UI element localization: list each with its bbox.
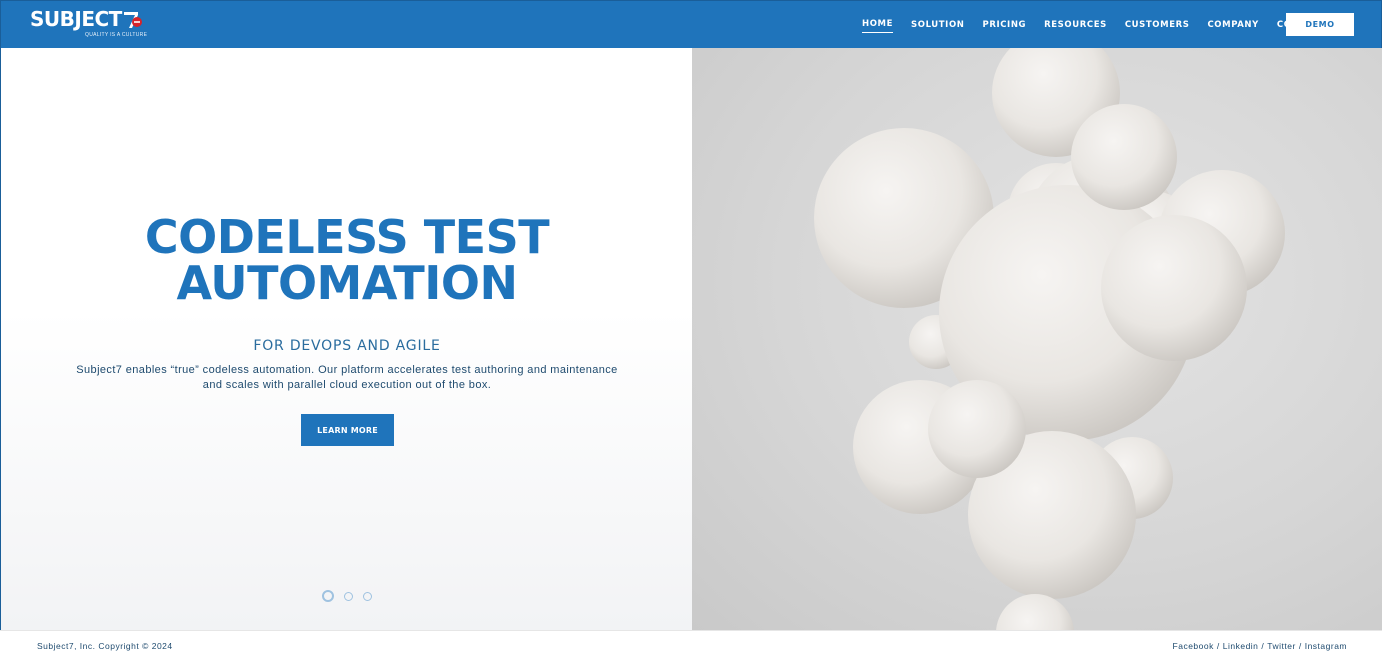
spheres-illustration xyxy=(814,48,1285,630)
linkedin-link[interactable]: Linkedin xyxy=(1223,641,1259,651)
social-links: Facebook / Linkedin / Twitter / Instagram xyxy=(1173,641,1347,651)
logo-seven-icon xyxy=(123,11,143,34)
hero-subtitle: FOR DEVOPS AND AGILE xyxy=(253,338,441,354)
hero-description: Subject7 enables “true” codeless automat… xyxy=(56,363,638,393)
hero-title-line2: AUTOMATION xyxy=(176,256,518,310)
nav-solution[interactable]: SOLUTION xyxy=(911,19,964,33)
nav-pricing[interactable]: PRICING xyxy=(982,19,1026,33)
copyright-text: Subject7, Inc. Copyright © 2024 xyxy=(37,641,173,651)
separator: / xyxy=(1216,641,1220,651)
twitter-link[interactable]: Twitter xyxy=(1267,641,1296,651)
slider-pagination xyxy=(322,590,382,602)
nav-home[interactable]: HOME xyxy=(862,18,894,33)
logo-tagline: QUALITY IS A CULTURE xyxy=(85,32,148,38)
logo-wordmark: SUBJECT xyxy=(30,7,122,31)
hero-description-line1: Subject7 enables “true” codeless automat… xyxy=(76,364,618,376)
sphere xyxy=(1101,215,1247,361)
slider-dot-1[interactable] xyxy=(322,590,334,602)
subject7-logo[interactable]: SUBJECT QUALITY IS A CULTURE xyxy=(30,7,147,38)
nav-company[interactable]: COMPANY xyxy=(1207,19,1258,33)
demo-button[interactable]: DEMO xyxy=(1286,13,1354,36)
site-footer: Subject7, Inc. Copyright © 2024 Facebook… xyxy=(0,630,1382,652)
separator: / xyxy=(1261,641,1265,651)
main-nav: HOME SOLUTION PRICING RESOURCES CUSTOMER… xyxy=(862,18,1343,33)
learn-more-button[interactable]: LEARN MORE xyxy=(301,414,394,446)
sphere xyxy=(928,380,1026,478)
site-header: SUBJECT QUALITY IS A CULTURE HOME SOLUTI… xyxy=(0,0,1382,48)
hero-content: CODELESS TEST AUTOMATION FOR DEVOPS AND … xyxy=(0,48,692,630)
slider-dot-2[interactable] xyxy=(344,591,353,601)
nav-resources[interactable]: RESOURCES xyxy=(1044,19,1107,33)
facebook-link[interactable]: Facebook xyxy=(1173,641,1214,651)
separator: / xyxy=(1298,641,1302,651)
hero-title: CODELESS TEST AUTOMATION xyxy=(1,214,693,306)
sphere xyxy=(996,594,1074,630)
slider-dot-3[interactable] xyxy=(363,591,372,601)
instagram-link[interactable]: Instagram xyxy=(1305,641,1347,651)
hero-description-line2: and scales with parallel cloud execution… xyxy=(202,379,492,391)
nav-customers[interactable]: CUSTOMERS xyxy=(1125,19,1190,33)
hero-image-spheres xyxy=(692,48,1382,630)
sphere xyxy=(1071,104,1177,210)
